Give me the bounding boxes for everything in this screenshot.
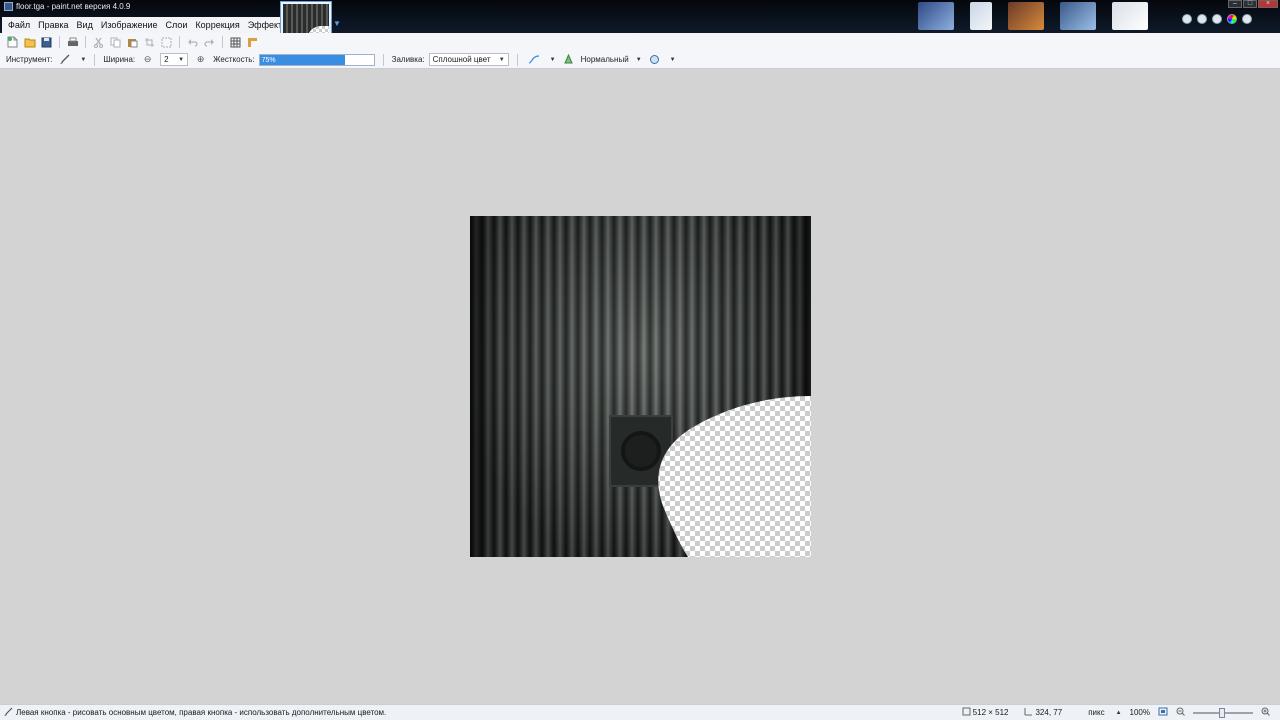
toolbar-separator <box>59 36 60 48</box>
erased-transparent-region <box>658 396 811 557</box>
deselect-icon[interactable] <box>160 36 173 49</box>
zoom-in-icon[interactable] <box>1261 707 1270 718</box>
window-tools <box>1182 14 1252 24</box>
menu-image[interactable]: Изображение <box>97 20 162 30</box>
toolbar-separator <box>382 53 384 66</box>
document-list-arrow-icon[interactable]: ▼ <box>333 19 341 28</box>
rulers-icon[interactable] <box>246 36 259 49</box>
image-list-tabs <box>918 2 1148 30</box>
image-tab[interactable] <box>1008 2 1044 30</box>
tools-window-icon[interactable] <box>1182 14 1192 24</box>
image-tab[interactable] <box>918 2 954 30</box>
cut-icon[interactable] <box>92 36 105 49</box>
status-bar: Левая кнопка - рисовать основным цветом,… <box>0 704 1280 720</box>
paste-icon[interactable] <box>126 36 139 49</box>
toolbar-separator <box>516 53 518 66</box>
units-dropdown-icon[interactable]: ▲ <box>1116 710 1122 716</box>
tool-label: Инструмент: <box>6 55 53 64</box>
fill-value: Сплошной цвет <box>432 55 491 64</box>
tool-dropdown-icon[interactable]: ▼ <box>80 57 86 63</box>
chevron-down-icon: ▼ <box>498 56 505 63</box>
menu-edit[interactable]: Правка <box>34 20 72 30</box>
brush-hint-icon <box>4 707 13 718</box>
zoom-fit-icon[interactable] <box>1158 707 1168 718</box>
cursor-position: 324, 77 <box>1035 708 1063 717</box>
image-canvas[interactable] <box>470 216 811 557</box>
app-icon <box>4 2 13 11</box>
tool-options-bar: Инструмент: ▼ Ширина: ⊖ 2 ▼ ⊕ Жесткость:… <box>0 51 1280 69</box>
redo-icon[interactable] <box>203 36 216 49</box>
menu-bar: Файл Правка Вид Изображение Слои Коррекц… <box>2 17 299 33</box>
history-window-icon[interactable] <box>1197 14 1207 24</box>
chevron-down-icon: ▼ <box>178 56 185 63</box>
menu-layers[interactable]: Слои <box>162 20 192 30</box>
status-hint: Левая кнопка - рисовать основным цветом,… <box>4 707 386 718</box>
toolbar-separator <box>179 36 180 48</box>
zoom-level[interactable]: 100% <box>1130 708 1150 717</box>
image-tab[interactable] <box>970 2 992 30</box>
image-tab[interactable] <box>1060 2 1096 30</box>
main-toolbar <box>0 33 1280 51</box>
save-icon[interactable] <box>40 36 53 49</box>
width-increase-icon[interactable]: ⊕ <box>194 53 207 66</box>
cursor-position-icon <box>1024 707 1033 718</box>
image-tab[interactable] <box>1112 2 1148 30</box>
print-icon[interactable] <box>66 36 79 49</box>
grid-icon[interactable] <box>229 36 242 49</box>
copy-icon[interactable] <box>109 36 122 49</box>
width-decrease-icon[interactable]: ⊖ <box>141 53 154 66</box>
new-file-icon[interactable] <box>6 36 19 49</box>
settings-icon[interactable] <box>1242 14 1252 24</box>
width-label: Ширина: <box>103 55 136 64</box>
layers-window-icon[interactable] <box>1212 14 1222 24</box>
window-title: floor.tga - paint.net версия 4.0.9 <box>4 2 130 11</box>
window-title-text: floor.tga - paint.net версия 4.0.9 <box>16 2 131 11</box>
image-size: 512 × 512 <box>972 708 1009 717</box>
open-file-icon[interactable] <box>23 36 36 49</box>
menu-adjustments[interactable]: Коррекция <box>191 20 243 30</box>
window-controls: – □ × <box>1228 0 1278 8</box>
menu-file[interactable]: Файл <box>4 20 34 30</box>
zoom-slider-thumb[interactable] <box>1219 707 1225 718</box>
image-size-icon <box>962 707 971 718</box>
fill-select[interactable]: Сплошной цвет ▼ <box>428 53 509 66</box>
units-select[interactable]: пикс <box>1088 708 1104 717</box>
fill-label: Заливка: <box>391 55 425 64</box>
crop-to-selection-icon[interactable] <box>143 36 156 49</box>
hardness-value: 75% <box>261 56 276 64</box>
toolbar-separator <box>85 36 86 48</box>
close-button[interactable]: × <box>1258 0 1278 8</box>
zoom-out-icon[interactable] <box>1176 707 1185 718</box>
brush-tool-icon[interactable] <box>58 53 71 66</box>
width-value: 2 <box>164 55 169 64</box>
selection-mode-icon[interactable] <box>648 53 661 66</box>
blend-dropdown-icon[interactable]: ▼ <box>636 57 642 63</box>
width-select[interactable]: 2 ▼ <box>160 53 189 66</box>
selection-dropdown-icon[interactable]: ▼ <box>670 57 676 63</box>
blend-mode-icon[interactable] <box>562 53 575 66</box>
zoom-slider[interactable] <box>1193 707 1253 718</box>
undo-icon[interactable] <box>186 36 199 49</box>
toolbar-separator <box>222 36 223 48</box>
maximize-button[interactable]: □ <box>1243 0 1257 8</box>
status-hint-text: Левая кнопка - рисовать основным цветом,… <box>16 708 387 717</box>
hardness-label: Жесткость: <box>213 55 255 64</box>
colors-window-icon[interactable] <box>1227 14 1237 24</box>
toolbar-separator <box>94 53 96 66</box>
menu-view[interactable]: Вид <box>73 20 97 30</box>
blend-mode-value[interactable]: Нормальный <box>581 55 629 64</box>
minimize-button[interactable]: – <box>1228 0 1242 8</box>
antialiasing-icon[interactable] <box>528 53 541 66</box>
workspace <box>0 70 1280 704</box>
hardness-slider[interactable]: 75% <box>258 53 375 66</box>
status-info: 512 × 512 324, 77 пикс ▲ 100% <box>962 707 1270 718</box>
antialiasing-dropdown-icon[interactable]: ▼ <box>550 57 556 63</box>
